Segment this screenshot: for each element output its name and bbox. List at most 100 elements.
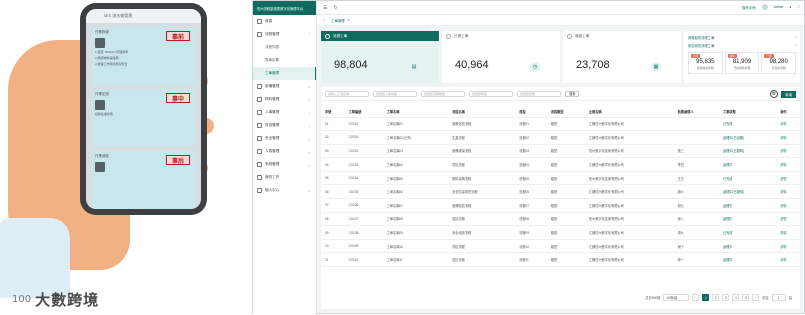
device-icon bbox=[257, 84, 262, 89]
card-created[interactable]: 我創工單 23,708 ▦ bbox=[563, 31, 681, 83]
goto-input[interactable]: 1 bbox=[771, 294, 786, 301]
collapse-icon[interactable]: ☰ bbox=[323, 5, 327, 11]
table-cell: CX106 bbox=[344, 198, 383, 213]
table-row[interactable]: 05 CX104 工單名稱05 物料採購流程 流程05 類型 億州數字化技術有限公司 王五 已完… bbox=[321, 171, 800, 186]
stat-label: 已提醒的流程 bbox=[733, 66, 751, 70]
detail-link[interactable]: 詳情 bbox=[776, 144, 800, 159]
table-row[interactable]: 07 CX106 工單名稱07 設備點檢流程 流程07 類型 江蘇億州數字化有限公司 錢七 處理… bbox=[321, 198, 800, 213]
table-row[interactable]: 02 CX101 工單名稱02(已完) 生產流程 流程02 類型 江蘇億州數字化有限公司 處理… bbox=[321, 130, 800, 145]
clock-icon: ◷ bbox=[530, 62, 540, 72]
phone-card-line: 2.確認物料與設備 bbox=[95, 56, 119, 60]
sidebar-item-mywork[interactable]: 我的工作 bbox=[253, 171, 316, 184]
table-cell: 流程05 bbox=[515, 171, 547, 186]
sidebar-subitem-workorder[interactable]: 工單管理 bbox=[253, 67, 316, 80]
stat-box[interactable]: 已辦 98,280 已辦的流程 bbox=[761, 52, 797, 74]
table-cell: 江蘇億州數字化有限公司 bbox=[584, 157, 674, 172]
detail-link[interactable]: 詳情 bbox=[776, 130, 800, 145]
filter-company-select[interactable]: 請選擇企業 bbox=[517, 90, 561, 97]
detail-link[interactable]: 詳情 bbox=[776, 117, 800, 132]
quick-link-label: 我發起的流程工單 bbox=[688, 35, 715, 40]
detail-link[interactable]: 詳情 bbox=[776, 157, 800, 172]
detail-link[interactable]: 詳情 bbox=[776, 171, 800, 186]
table-row[interactable]: 08 CX107 工單名稱08 巡檢流程 流程08 類型 億州數字化技術有限公司 孫八 處理中詳… bbox=[321, 212, 800, 227]
sidebar-item-system[interactable]: 系統管理 ⌄ bbox=[253, 158, 316, 171]
add-button[interactable]: 新增 bbox=[781, 91, 796, 98]
sidebar-item-home[interactable]: 首頁 bbox=[253, 15, 316, 28]
table-cell: 類型 bbox=[546, 130, 585, 145]
user-name[interactable]: Admin bbox=[774, 5, 784, 9]
table-row[interactable]: 03 CX102 工單名稱03 設備維保流程 流程03 類型 億州數字化技術有限公司 張三 處理… bbox=[321, 144, 800, 159]
stat-badge: 已辦 bbox=[764, 54, 774, 58]
card-todo[interactable]: 待辦工單 98,804 ▤ bbox=[321, 31, 439, 83]
prev-page-icon[interactable]: ‹ bbox=[692, 294, 700, 301]
detail-link[interactable]: 詳情 bbox=[776, 225, 800, 240]
table-cell: 江蘇億州數字化有限公司 bbox=[584, 130, 674, 145]
stat-box[interactable]: 超時 81,909 已提醒的流程 bbox=[724, 52, 760, 74]
home-icon bbox=[257, 19, 262, 24]
person-icon bbox=[257, 188, 262, 193]
phone-header: MIS 流水線管理 bbox=[86, 9, 201, 23]
page-number[interactable]: 3 bbox=[722, 294, 730, 301]
sidebar-item-material[interactable]: 物料管理 ⌄ bbox=[253, 93, 316, 106]
card-done[interactable]: 已辦工單 40,964 ◷ bbox=[442, 31, 560, 83]
sidebar-subitem-form[interactable]: 表單定義 bbox=[253, 54, 316, 67]
detail-link[interactable]: 詳情 bbox=[776, 184, 800, 200]
table-row[interactable]: 10 CX109 工單名稱10 質檢流程 流程10 類型 江蘇億州數字化有限公司 吳十 處理中詳… bbox=[321, 239, 800, 254]
detail-link[interactable]: 詳情 bbox=[776, 212, 800, 227]
table-cell: 質檢流程 bbox=[448, 157, 516, 172]
sidebar-item-safety[interactable]: 安全管理 ⌄ bbox=[253, 132, 316, 145]
filter-name-input[interactable]: 請輸入工單名稱 bbox=[325, 90, 369, 97]
table-cell bbox=[673, 117, 719, 132]
brand-mark: 100 bbox=[12, 294, 32, 305]
tab-home[interactable]: ⌂ bbox=[323, 18, 325, 22]
detail-link[interactable]: 詳情 bbox=[776, 239, 800, 254]
detail-link[interactable]: 詳情 bbox=[776, 252, 800, 268]
page-number[interactable]: 2 bbox=[712, 294, 720, 301]
sidebar-item-staff[interactable]: 人員管理 ⌄ bbox=[253, 145, 316, 158]
next-page-icon[interactable]: › bbox=[752, 294, 760, 301]
refresh-icon[interactable]: ↻ bbox=[333, 5, 337, 11]
avatar[interactable] bbox=[761, 4, 768, 10]
stat-box[interactable]: 待辦 95,835 我參與的流程 bbox=[688, 52, 723, 74]
phone-card-line: 1.檢查 TRW4.0 管理標準 bbox=[95, 50, 129, 54]
filter-status-select[interactable]: 請選擇工單狀態 bbox=[373, 90, 417, 97]
close-icon[interactable]: × bbox=[348, 18, 350, 22]
table-row[interactable]: 01 CX101 工單名稱01 設備巡檢流程 流程01 類型 江蘇億州數字化有限公司 已完成詳… bbox=[321, 117, 800, 132]
page-size-select[interactable]: 10條/頁 bbox=[663, 294, 690, 301]
quick-link[interactable]: 來自我的流程工單 › bbox=[688, 41, 796, 49]
settings-icon[interactable]: ⚙ bbox=[770, 90, 778, 98]
table-cell: CX107 bbox=[344, 212, 383, 227]
table-cell: CX105 bbox=[344, 184, 383, 200]
total-count: 共計500條 bbox=[645, 296, 661, 300]
page-number[interactable]: 4 bbox=[732, 294, 740, 301]
table-cell: 02 bbox=[321, 130, 345, 145]
doc-link[interactable]: 操作手冊 bbox=[742, 5, 756, 10]
table-row[interactable]: 09 CX108 工單名稱09 安全培訓流程 流程09 類型 江蘇億州數字化有限公司 周九 已完… bbox=[321, 225, 800, 240]
detail-link[interactable]: 詳情 bbox=[776, 198, 800, 213]
quick-link[interactable]: 我發起的流程工單 › bbox=[688, 33, 796, 41]
tab-workorder[interactable]: 工單管理 × bbox=[331, 18, 350, 23]
table-cell: 類型 bbox=[546, 144, 585, 159]
bell-icon[interactable]: ● bbox=[789, 5, 791, 9]
table-row[interactable]: 06 CX105 工單名稱06 安全隱患排查流程 流程06 類型 江蘇億州數字化有限公司 趙六… bbox=[321, 184, 800, 200]
filter-type-select[interactable]: 請選擇流程類型 bbox=[421, 90, 465, 97]
filter-date-select[interactable]: 請選擇時間 bbox=[469, 90, 513, 97]
sidebar-item-hr[interactable]: 人事管理 ⌄ bbox=[253, 106, 316, 119]
page-number[interactable]: 5 bbox=[742, 294, 750, 301]
page-number[interactable]: 1 bbox=[702, 294, 710, 301]
table-cell: CX110 bbox=[344, 252, 383, 268]
card-label: 已辦工單 bbox=[454, 33, 469, 38]
column-header: 工單名稱 bbox=[382, 107, 449, 118]
sidebar-item-device[interactable]: 設備管理 ⌄ bbox=[253, 80, 316, 93]
search-button[interactable]: 搜索 bbox=[565, 90, 580, 97]
fullscreen-icon[interactable]: ⤢ bbox=[797, 5, 800, 9]
sidebar-item-profile[interactable]: 個人中心 ⌄ bbox=[253, 184, 316, 197]
sidebar-subitem-flow-list[interactable]: 流程列表 bbox=[253, 41, 316, 54]
table-cell: 04 bbox=[321, 157, 345, 172]
sidebar-item-flow[interactable]: 流程管理 ⌃ bbox=[253, 28, 316, 41]
sidebar-item-quality[interactable]: 質檢管理 ⌄ bbox=[253, 119, 316, 132]
table-row[interactable]: 04 CX103 工單名稱04 質檢流程 流程04 類型 江蘇億州數字化有限公司 李四 處理中詳… bbox=[321, 157, 800, 172]
table-row[interactable]: 11 CX110 工單名稱11 巡檢流程 流程11 類型 江蘇億州數字化有限公司 鄭一 處理中詳… bbox=[321, 252, 800, 268]
table-cell: 江蘇億州數字化有限公司 bbox=[584, 198, 674, 213]
table-cell: 類型 bbox=[546, 184, 585, 200]
